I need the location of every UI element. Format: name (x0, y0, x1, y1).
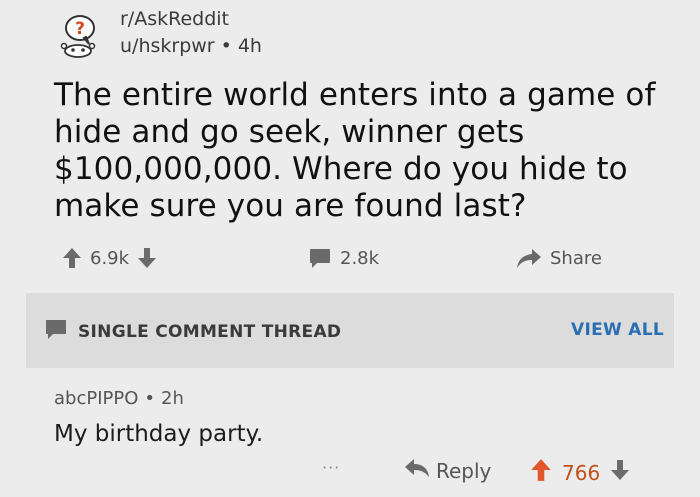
upvote-arrow-icon[interactable] (62, 247, 82, 269)
downvote-arrow-icon[interactable] (137, 247, 157, 269)
meta-separator: • (220, 35, 232, 57)
comment-author[interactable]: abcPIPPO (54, 388, 138, 409)
comments-button[interactable]: 2.8k (308, 247, 387, 269)
meta-separator: • (144, 388, 156, 409)
single-comment-thread-label: SINGLE COMMENT THREAD (44, 318, 341, 345)
subreddit-name[interactable]: r/AskReddit (120, 8, 229, 30)
comment-meta: abcPIPPO • 2h (54, 388, 184, 409)
view-all-button[interactable]: VIEW ALL (571, 320, 664, 340)
comment-bubble-icon (308, 247, 332, 269)
post-age: 4h (237, 35, 262, 57)
upvote-arrow-icon[interactable] (530, 458, 552, 487)
reply-button[interactable]: Reply (404, 458, 491, 483)
reply-arrow-icon (404, 458, 436, 483)
comment-bubble-icon (44, 318, 78, 345)
subreddit-icon[interactable]: ? (56, 10, 106, 60)
comment-count: 2.8k (340, 247, 380, 269)
svg-text:?: ? (75, 19, 85, 39)
share-label: Share (550, 247, 602, 269)
comment-score: 766 (562, 460, 601, 485)
comment-body: My birthday party. (54, 421, 264, 447)
post-meta: u/hskrpwr • 4h (120, 35, 262, 57)
comment-vote-controls: 766 (530, 458, 630, 487)
more-options-button[interactable]: ··· (322, 458, 340, 477)
post-vote-controls: 6.9k (62, 247, 157, 269)
share-arrow-icon (516, 247, 542, 269)
post-title[interactable]: The entire world enters into a game of h… (54, 77, 674, 225)
comment-age: 2h (161, 388, 184, 409)
reply-label: Reply (436, 458, 492, 483)
thread-label-text: SINGLE COMMENT THREAD (78, 321, 342, 342)
post-author[interactable]: u/hskrpwr (120, 35, 215, 57)
downvote-arrow-icon[interactable] (610, 459, 630, 486)
share-button[interactable]: Share (516, 247, 610, 269)
post-score: 6.9k (90, 247, 130, 269)
